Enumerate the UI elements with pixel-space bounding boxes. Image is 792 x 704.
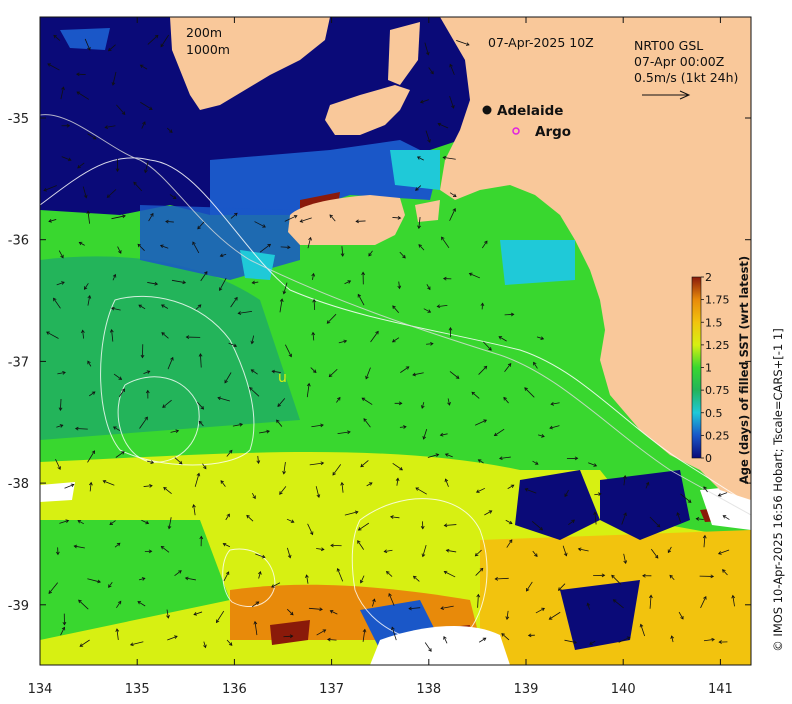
map-figure: Adelaide Argo u 200m 1000m 07-Apr-2025 1… (0, 0, 792, 700)
colorbar-tick-label: 1.75 (705, 294, 730, 307)
x-tick-label: 140 (611, 682, 636, 697)
x-tick-label: 141 (708, 682, 733, 697)
colorbar-ramp (692, 277, 701, 458)
depth-label-200m: 200m (186, 25, 222, 40)
colorbar-tick-label: 0 (705, 452, 712, 465)
x-tick-label: 136 (222, 682, 247, 697)
depth-label-1000m: 1000m (186, 42, 230, 57)
sst-age-map-figure: Adelaide Argo u 200m 1000m 07-Apr-2025 1… (0, 0, 792, 700)
y-tick-label: -36 (8, 234, 29, 249)
y-tick-label: -39 (8, 599, 29, 614)
map-area[interactable]: Adelaide Argo u 200m 1000m 07-Apr-2025 1… (40, 17, 751, 665)
y-tick-label: -37 (8, 355, 29, 370)
credit-line: © IMOS 10-Apr-2025 16:56 Hobart; Tscale=… (771, 328, 785, 651)
adelaide-marker-icon (483, 106, 492, 115)
colorbar-tick-label: 0.75 (705, 384, 730, 397)
place-label-argo: Argo (535, 124, 571, 140)
cell-marker-icon: u (278, 370, 287, 386)
colorbar-tick-label: 0.25 (705, 429, 730, 442)
current-arrow-icon (356, 221, 365, 222)
current-arrow-icon (505, 314, 514, 315)
map-date-title: 07-Apr-2025 10Z (488, 35, 594, 50)
colorbar-tick-label: 1 (705, 362, 712, 375)
sst-patch-cyan-east (500, 240, 575, 285)
sst-patch-cyan-gulf (390, 150, 440, 190)
x-tick-label: 135 (125, 682, 150, 697)
colorbar-tick-label: 1.25 (705, 339, 730, 352)
colorbar-tick-label: 1.5 (705, 316, 723, 329)
product-line-2: 07-Apr 00:00Z (634, 54, 724, 69)
x-tick-label: 137 (319, 682, 344, 697)
colorbar-tick-label: 2 (705, 271, 712, 284)
colorbar-label: Age (days) of filled SST (wrt latest) (737, 256, 751, 484)
sst-patch-cyan-west (240, 250, 275, 280)
product-line-3: 0.5m/s (1kt 24h) (634, 70, 738, 85)
product-line-1: NRT00 GSL (634, 38, 703, 53)
place-label-adelaide: Adelaide (497, 103, 563, 119)
no-data-west (40, 482, 75, 502)
x-tick-label: 139 (514, 682, 539, 697)
y-tick-label: -38 (8, 477, 29, 492)
x-tick-label: 138 (416, 682, 441, 697)
x-tick-label: 134 (28, 682, 53, 697)
y-tick-label: -35 (8, 112, 29, 127)
colorbar-tick-label: 0.5 (705, 407, 723, 420)
